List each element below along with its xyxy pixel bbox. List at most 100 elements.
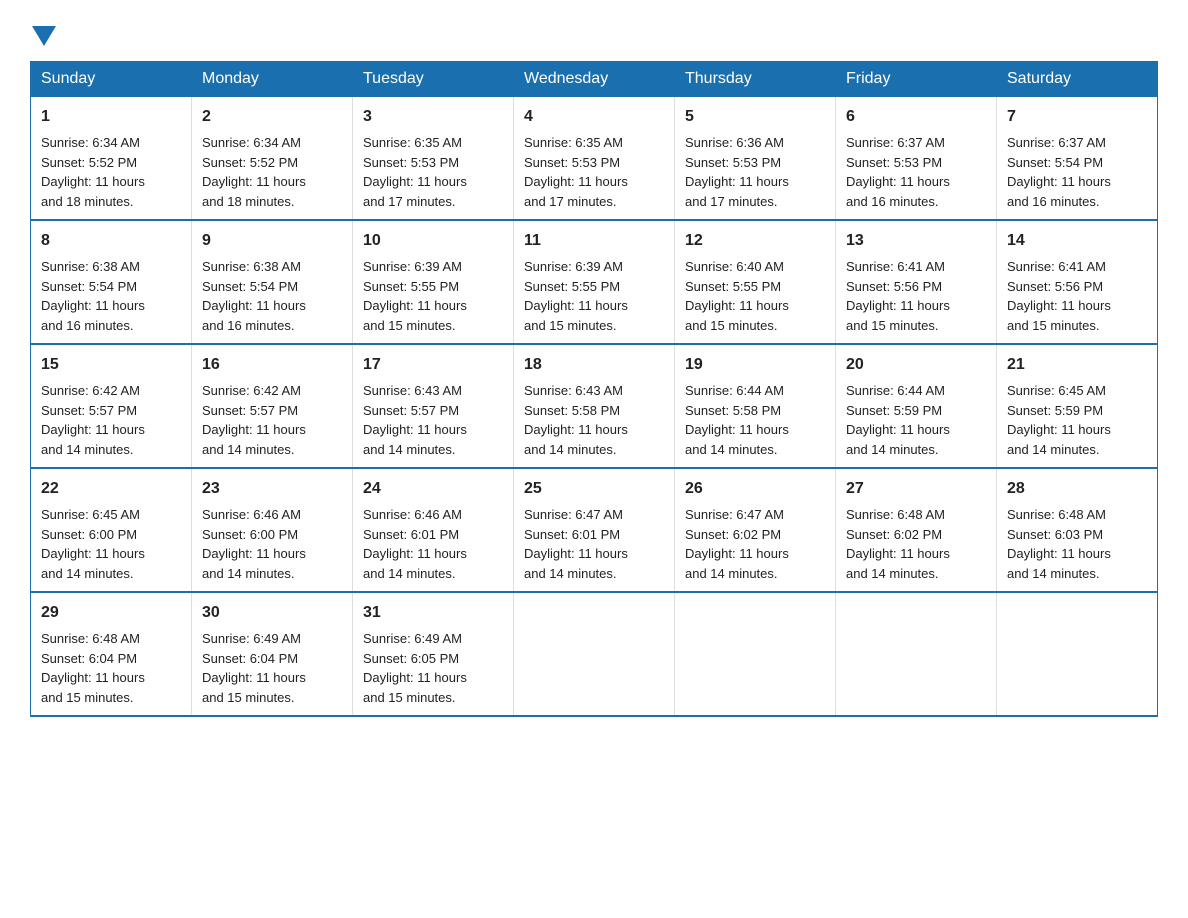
day-number: 14 xyxy=(1007,229,1147,253)
calendar-cell: 25 Sunrise: 6:47 AM Sunset: 6:01 PM Dayl… xyxy=(514,468,675,592)
day-number: 16 xyxy=(202,353,342,377)
calendar-week-4: 22 Sunrise: 6:45 AM Sunset: 6:00 PM Dayl… xyxy=(31,468,1158,592)
day-number: 8 xyxy=(41,229,181,253)
weekday-header-sunday: Sunday xyxy=(31,62,192,97)
weekday-header-tuesday: Tuesday xyxy=(353,62,514,97)
calendar-cell: 29 Sunrise: 6:48 AM Sunset: 6:04 PM Dayl… xyxy=(31,592,192,716)
day-number: 23 xyxy=(202,477,342,501)
day-info: Sunrise: 6:39 AM Sunset: 5:55 PM Dayligh… xyxy=(363,259,467,333)
calendar-cell: 18 Sunrise: 6:43 AM Sunset: 5:58 PM Dayl… xyxy=(514,344,675,468)
logo xyxy=(30,20,58,43)
calendar-week-3: 15 Sunrise: 6:42 AM Sunset: 5:57 PM Dayl… xyxy=(31,344,1158,468)
calendar-cell xyxy=(514,592,675,716)
calendar-cell: 30 Sunrise: 6:49 AM Sunset: 6:04 PM Dayl… xyxy=(192,592,353,716)
calendar-cell: 17 Sunrise: 6:43 AM Sunset: 5:57 PM Dayl… xyxy=(353,344,514,468)
day-number: 30 xyxy=(202,601,342,625)
day-number: 21 xyxy=(1007,353,1147,377)
calendar-cell: 12 Sunrise: 6:40 AM Sunset: 5:55 PM Dayl… xyxy=(675,220,836,344)
calendar-cell: 31 Sunrise: 6:49 AM Sunset: 6:05 PM Dayl… xyxy=(353,592,514,716)
day-number: 26 xyxy=(685,477,825,501)
day-number: 17 xyxy=(363,353,503,377)
day-info: Sunrise: 6:45 AM Sunset: 6:00 PM Dayligh… xyxy=(41,507,145,581)
day-number: 13 xyxy=(846,229,986,253)
day-info: Sunrise: 6:42 AM Sunset: 5:57 PM Dayligh… xyxy=(202,383,306,457)
weekday-header-monday: Monday xyxy=(192,62,353,97)
weekday-header-saturday: Saturday xyxy=(997,62,1158,97)
day-info: Sunrise: 6:40 AM Sunset: 5:55 PM Dayligh… xyxy=(685,259,789,333)
day-number: 15 xyxy=(41,353,181,377)
calendar-cell xyxy=(675,592,836,716)
day-info: Sunrise: 6:36 AM Sunset: 5:53 PM Dayligh… xyxy=(685,135,789,209)
calendar-cell: 15 Sunrise: 6:42 AM Sunset: 5:57 PM Dayl… xyxy=(31,344,192,468)
calendar-cell: 1 Sunrise: 6:34 AM Sunset: 5:52 PM Dayli… xyxy=(31,97,192,221)
calendar-cell: 3 Sunrise: 6:35 AM Sunset: 5:53 PM Dayli… xyxy=(353,97,514,221)
day-info: Sunrise: 6:35 AM Sunset: 5:53 PM Dayligh… xyxy=(363,135,467,209)
weekday-header-thursday: Thursday xyxy=(675,62,836,97)
day-info: Sunrise: 6:35 AM Sunset: 5:53 PM Dayligh… xyxy=(524,135,628,209)
day-number: 9 xyxy=(202,229,342,253)
calendar-cell: 6 Sunrise: 6:37 AM Sunset: 5:53 PM Dayli… xyxy=(836,97,997,221)
calendar-cell: 23 Sunrise: 6:46 AM Sunset: 6:00 PM Dayl… xyxy=(192,468,353,592)
calendar-cell: 11 Sunrise: 6:39 AM Sunset: 5:55 PM Dayl… xyxy=(514,220,675,344)
day-info: Sunrise: 6:48 AM Sunset: 6:04 PM Dayligh… xyxy=(41,631,145,705)
calendar-cell: 20 Sunrise: 6:44 AM Sunset: 5:59 PM Dayl… xyxy=(836,344,997,468)
calendar-cell: 22 Sunrise: 6:45 AM Sunset: 6:00 PM Dayl… xyxy=(31,468,192,592)
day-info: Sunrise: 6:45 AM Sunset: 5:59 PM Dayligh… xyxy=(1007,383,1111,457)
calendar-cell: 14 Sunrise: 6:41 AM Sunset: 5:56 PM Dayl… xyxy=(997,220,1158,344)
calendar-cell: 16 Sunrise: 6:42 AM Sunset: 5:57 PM Dayl… xyxy=(192,344,353,468)
calendar-cell: 8 Sunrise: 6:38 AM Sunset: 5:54 PM Dayli… xyxy=(31,220,192,344)
weekday-header-friday: Friday xyxy=(836,62,997,97)
day-info: Sunrise: 6:47 AM Sunset: 6:02 PM Dayligh… xyxy=(685,507,789,581)
day-number: 11 xyxy=(524,229,664,253)
day-number: 4 xyxy=(524,105,664,129)
calendar-cell: 27 Sunrise: 6:48 AM Sunset: 6:02 PM Dayl… xyxy=(836,468,997,592)
calendar-cell xyxy=(836,592,997,716)
calendar-cell: 21 Sunrise: 6:45 AM Sunset: 5:59 PM Dayl… xyxy=(997,344,1158,468)
day-number: 5 xyxy=(685,105,825,129)
calendar-cell: 9 Sunrise: 6:38 AM Sunset: 5:54 PM Dayli… xyxy=(192,220,353,344)
day-info: Sunrise: 6:44 AM Sunset: 5:58 PM Dayligh… xyxy=(685,383,789,457)
calendar-week-1: 1 Sunrise: 6:34 AM Sunset: 5:52 PM Dayli… xyxy=(31,97,1158,221)
day-info: Sunrise: 6:37 AM Sunset: 5:54 PM Dayligh… xyxy=(1007,135,1111,209)
day-number: 22 xyxy=(41,477,181,501)
day-info: Sunrise: 6:38 AM Sunset: 5:54 PM Dayligh… xyxy=(41,259,145,333)
day-info: Sunrise: 6:34 AM Sunset: 5:52 PM Dayligh… xyxy=(41,135,145,209)
calendar-body: 1 Sunrise: 6:34 AM Sunset: 5:52 PM Dayli… xyxy=(31,97,1158,717)
day-info: Sunrise: 6:44 AM Sunset: 5:59 PM Dayligh… xyxy=(846,383,950,457)
calendar-week-5: 29 Sunrise: 6:48 AM Sunset: 6:04 PM Dayl… xyxy=(31,592,1158,716)
day-info: Sunrise: 6:37 AM Sunset: 5:53 PM Dayligh… xyxy=(846,135,950,209)
calendar-cell: 19 Sunrise: 6:44 AM Sunset: 5:58 PM Dayl… xyxy=(675,344,836,468)
calendar-cell: 2 Sunrise: 6:34 AM Sunset: 5:52 PM Dayli… xyxy=(192,97,353,221)
calendar-cell: 28 Sunrise: 6:48 AM Sunset: 6:03 PM Dayl… xyxy=(997,468,1158,592)
day-info: Sunrise: 6:43 AM Sunset: 5:58 PM Dayligh… xyxy=(524,383,628,457)
calendar-cell: 13 Sunrise: 6:41 AM Sunset: 5:56 PM Dayl… xyxy=(836,220,997,344)
day-info: Sunrise: 6:49 AM Sunset: 6:04 PM Dayligh… xyxy=(202,631,306,705)
day-number: 10 xyxy=(363,229,503,253)
day-info: Sunrise: 6:41 AM Sunset: 5:56 PM Dayligh… xyxy=(846,259,950,333)
day-number: 20 xyxy=(846,353,986,377)
calendar-cell: 24 Sunrise: 6:46 AM Sunset: 6:01 PM Dayl… xyxy=(353,468,514,592)
day-info: Sunrise: 6:46 AM Sunset: 6:01 PM Dayligh… xyxy=(363,507,467,581)
calendar-cell: 5 Sunrise: 6:36 AM Sunset: 5:53 PM Dayli… xyxy=(675,97,836,221)
day-number: 25 xyxy=(524,477,664,501)
calendar-table: SundayMondayTuesdayWednesdayThursdayFrid… xyxy=(30,61,1158,717)
day-info: Sunrise: 6:42 AM Sunset: 5:57 PM Dayligh… xyxy=(41,383,145,457)
day-info: Sunrise: 6:46 AM Sunset: 6:00 PM Dayligh… xyxy=(202,507,306,581)
day-number: 2 xyxy=(202,105,342,129)
day-number: 24 xyxy=(363,477,503,501)
calendar-cell xyxy=(997,592,1158,716)
day-number: 29 xyxy=(41,601,181,625)
calendar-cell: 7 Sunrise: 6:37 AM Sunset: 5:54 PM Dayli… xyxy=(997,97,1158,221)
calendar-cell: 26 Sunrise: 6:47 AM Sunset: 6:02 PM Dayl… xyxy=(675,468,836,592)
day-info: Sunrise: 6:49 AM Sunset: 6:05 PM Dayligh… xyxy=(363,631,467,705)
day-number: 19 xyxy=(685,353,825,377)
day-info: Sunrise: 6:43 AM Sunset: 5:57 PM Dayligh… xyxy=(363,383,467,457)
day-number: 18 xyxy=(524,353,664,377)
day-number: 1 xyxy=(41,105,181,129)
day-info: Sunrise: 6:48 AM Sunset: 6:03 PM Dayligh… xyxy=(1007,507,1111,581)
day-number: 31 xyxy=(363,601,503,625)
logo-triangle-icon xyxy=(32,26,56,46)
day-number: 3 xyxy=(363,105,503,129)
day-number: 7 xyxy=(1007,105,1147,129)
day-info: Sunrise: 6:34 AM Sunset: 5:52 PM Dayligh… xyxy=(202,135,306,209)
